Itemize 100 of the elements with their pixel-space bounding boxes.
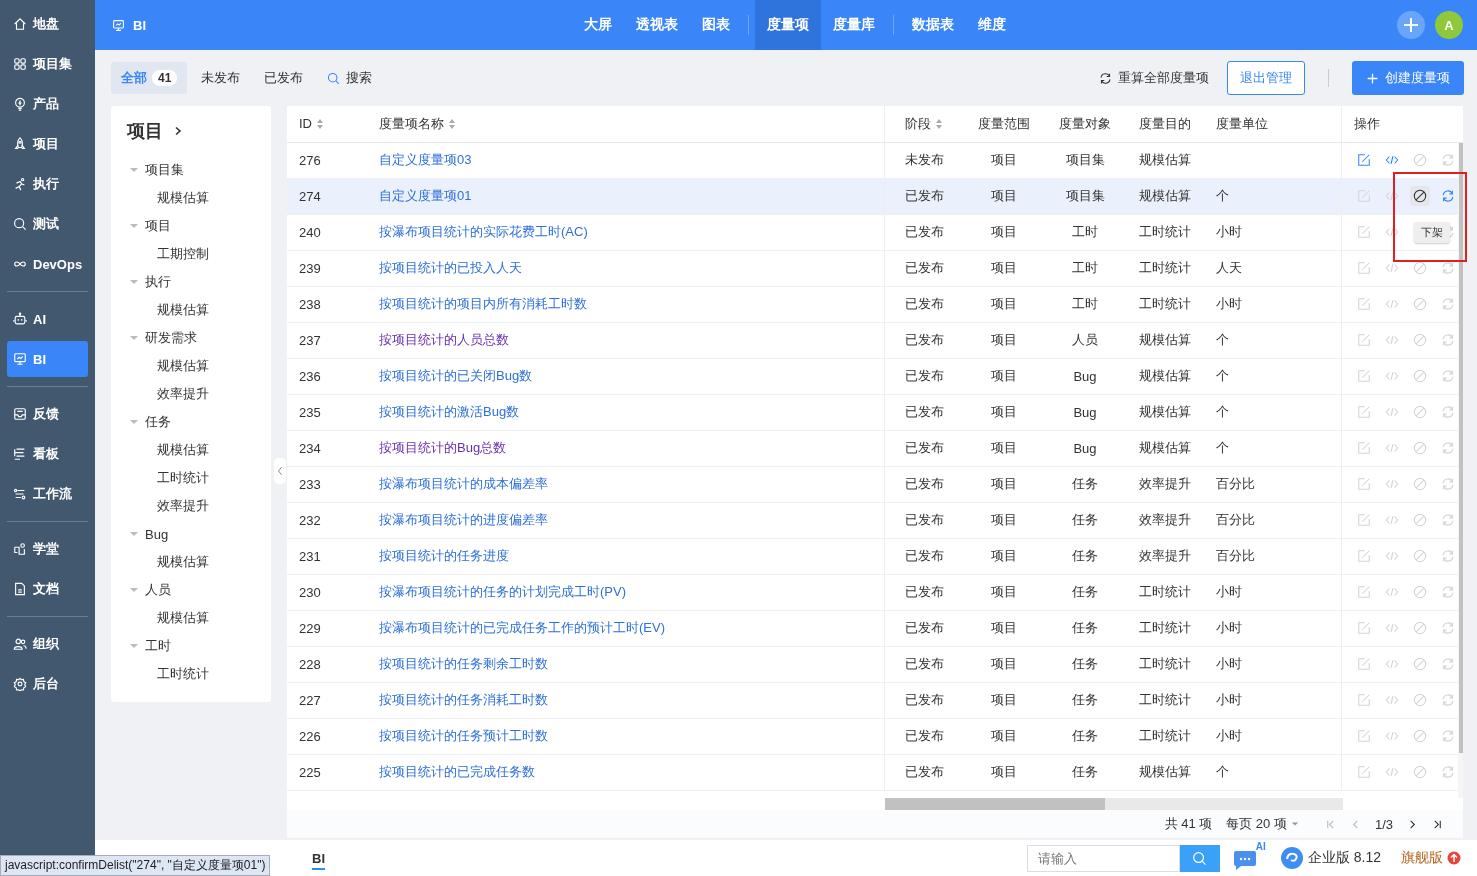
next-page-icon[interactable] [1407,818,1418,830]
column-header[interactable]: 阶段 [885,106,963,142]
sidebar-item[interactable]: DevOps [7,246,88,282]
upgrade-link[interactable]: 旗舰版 [1401,849,1443,867]
column-header[interactable]: 度量对象 [1045,106,1125,142]
sidebar-item[interactable]: 执行 [7,166,88,202]
sidebar-item[interactable]: 后台 [7,666,88,702]
tree-node[interactable]: 人员 [111,576,271,604]
tree-leaf[interactable]: 规模估算 [111,184,271,212]
nav-tab[interactable]: 维度 [966,0,1018,50]
plus-icon[interactable] [1397,11,1425,39]
metric-link[interactable]: 按项目统计的已投入人天 [379,259,522,278]
sidebar-item[interactable]: 测试 [7,206,88,242]
sidebar-item[interactable]: AI [7,301,88,337]
metric-link[interactable]: 按瀑布项目统计的进度偏差率 [379,511,548,530]
search-button[interactable] [1179,844,1220,872]
metric-link[interactable]: 按瀑布项目统计的成本偏差率 [379,475,548,494]
tree-leaf[interactable]: 规模估算 [111,604,271,632]
sidebar-item[interactable]: 组织 [7,626,88,662]
sidebar-item[interactable]: 地盘 [7,6,88,42]
sidebar-item[interactable]: 项目 [7,126,88,162]
tree-leaf[interactable]: 规模估算 [111,548,271,576]
tree-leaf[interactable]: 规模估算 [111,352,271,380]
caret-icon[interactable] [129,641,139,651]
metric-link[interactable]: 按项目统计的激活Bug数 [379,403,520,422]
tree-node[interactable]: 工时 [111,632,271,660]
tree-node[interactable]: 研发需求 [111,324,271,352]
caret-icon[interactable] [129,333,139,343]
sidebar-item[interactable]: 看板 [7,436,88,472]
tree-leaf[interactable]: 效率提升 [111,492,271,520]
caret-icon[interactable] [129,529,139,539]
exit-button[interactable]: 退出管理 [1227,61,1305,95]
tree-leaf[interactable]: 规模估算 [111,296,271,324]
last-page-icon[interactable] [1432,818,1443,830]
caret-icon[interactable] [129,277,139,287]
metric-link[interactable]: 按项目统计的项目内所有消耗工时数 [379,295,587,314]
metric-link[interactable]: 按瀑布项目统计的实际花费工时(AC) [379,223,588,242]
sort-icon[interactable] [448,117,456,130]
filter-tab[interactable]: 已发布 [254,62,314,94]
metric-link[interactable]: 按项目统计的已完成任务数 [379,763,535,782]
tree-leaf[interactable]: 规模估算 [111,436,271,464]
footer-tab[interactable]: BI [312,846,325,870]
tree-node[interactable]: 项目 [111,212,271,240]
metric-link[interactable]: 按项目统计的任务消耗工时数 [379,691,548,710]
scrollbar-thumb[interactable] [885,798,1105,811]
recalc-link[interactable]: 重算全部度量项 [1099,69,1209,87]
collapse-handle[interactable] [274,458,286,484]
metric-link[interactable]: 按项目统计的任务进度 [379,547,509,566]
metric-link[interactable]: 按项目统计的Bug总数 [379,439,507,458]
tree-leaf[interactable]: 效率提升 [111,380,271,408]
metric-link[interactable]: 按项目统计的任务预计工时数 [379,727,548,746]
nav-tab[interactable]: 图表 [690,0,742,50]
caret-icon[interactable] [129,221,139,231]
first-page-icon[interactable] [1324,818,1336,830]
caret-icon[interactable] [129,585,139,595]
sidebar-item[interactable]: 产品 [7,86,88,122]
upgrade-arrow-icon[interactable] [1447,851,1461,865]
sidebar-item[interactable]: BI [7,341,88,377]
tree-node[interactable]: 任务 [111,408,271,436]
metric-link[interactable]: 按项目统计的任务剩余工时数 [379,655,548,674]
column-header[interactable]: ID [287,106,367,142]
search-link[interactable]: 搜索 [317,69,383,87]
sidebar-item[interactable]: 文档 [7,571,88,607]
sort-icon[interactable] [935,117,943,130]
create-button[interactable]: 创建度量项 [1352,61,1464,95]
metric-link[interactable]: 按项目统计的已关闭Bug数 [379,367,533,386]
tree-node[interactable]: 执行 [111,268,271,296]
metric-link[interactable]: 按瀑布项目统计的任务的计划完成工时(PV) [379,583,626,602]
column-header[interactable]: 度量目的 [1125,106,1205,142]
metric-link[interactable]: 按项目统计的人员总数 [379,331,509,350]
caret-icon[interactable] [129,417,139,427]
column-header[interactable]: 度量项名称 [367,106,885,142]
nav-tab[interactable]: 度量库 [821,0,887,50]
column-header[interactable]: 度量单位 [1205,106,1342,142]
tree-node[interactable]: Bug [111,520,271,548]
filter-tab[interactable]: 未发布 [191,62,251,94]
ban-icon[interactable] [1410,186,1430,207]
sidebar-item[interactable]: 学堂 [7,531,88,567]
sidebar-item[interactable]: 反馈 [7,396,88,432]
nav-tab[interactable]: 大屏 [572,0,624,50]
nav-tab[interactable]: 数据表 [900,0,966,50]
nav-tab[interactable]: 度量项 [755,0,821,50]
sidebar-item[interactable]: 项目集 [7,46,88,82]
metric-link[interactable]: 自定义度量项03 [379,151,472,170]
page-size-select[interactable]: 每页 20 项 [1226,815,1299,834]
column-header[interactable]: 度量范围 [963,106,1045,142]
tree-leaf[interactable]: 工期控制 [111,240,271,268]
tree-leaf[interactable]: 工时统计 [111,660,271,688]
tree-leaf[interactable]: 工时统计 [111,464,271,492]
tree-title[interactable]: 项目 [111,106,271,156]
sort-icon[interactable] [316,117,324,130]
nav-tab[interactable]: 透视表 [624,0,690,50]
filter-tab[interactable]: 全部 41 [111,62,188,94]
search-field[interactable]: 请输入 [1026,844,1180,872]
tree-node[interactable]: 项目集 [111,156,271,184]
metric-link[interactable]: 自定义度量项01 [379,187,472,206]
column-header[interactable]: 操作 [1342,106,1450,142]
sidebar-item[interactable]: 工作流 [7,476,88,512]
caret-icon[interactable] [129,165,139,175]
metric-link[interactable]: 按瀑布项目统计的已完成任务工作的预计工时(EV) [379,619,665,638]
